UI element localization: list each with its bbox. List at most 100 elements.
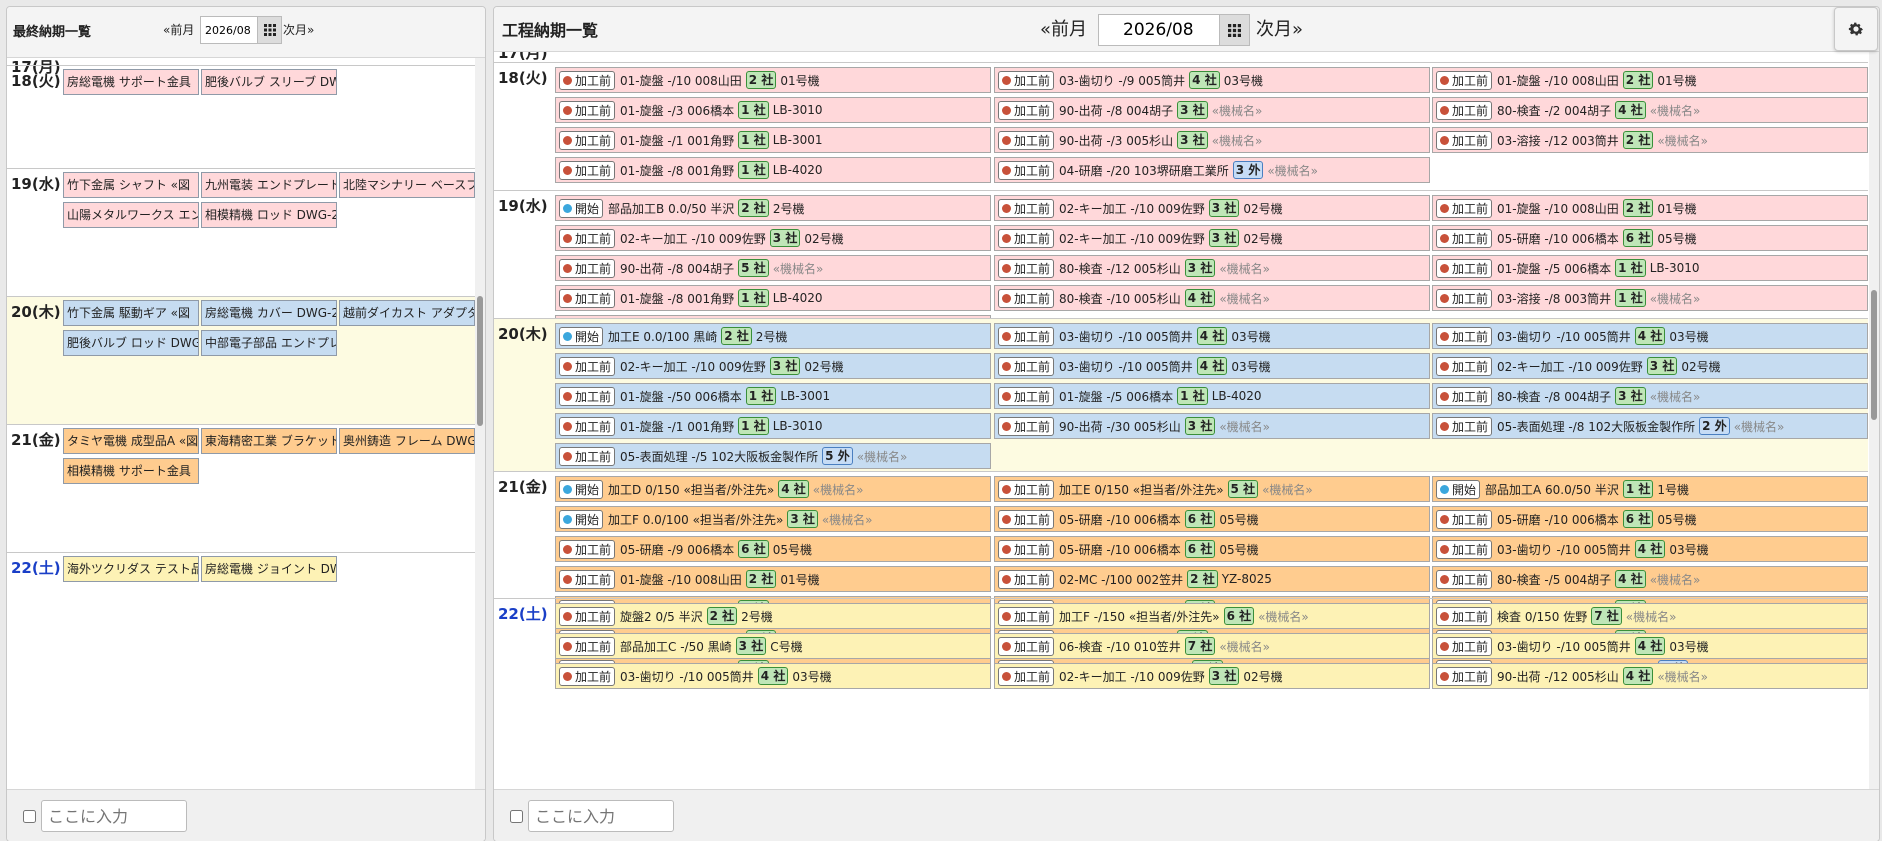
process-card[interactable]: 加工前 03-歯切り -/10 005筒井 4 社 03号機 [1432, 323, 1868, 349]
process-card[interactable]: 加工前 05-表面処理 -/5 102大阪板金製作所 5 外 «機械名» [555, 443, 991, 469]
final-calendar-button[interactable] [257, 17, 281, 43]
vendor-badge: 4 社 [757, 667, 789, 685]
final-scrollbar[interactable] [475, 58, 485, 790]
process-card[interactable]: 加工前 01-旋盤 -/10 008山田 2 社 01号機 [555, 67, 991, 93]
deadline-chip[interactable]: 相模精機 ロッド DWG-2 [201, 202, 337, 228]
process-card[interactable]: 加工前 03-溶接 -/12 003筒井 2 社 «機械名» [1432, 127, 1868, 153]
settings-button[interactable] [1834, 7, 1878, 51]
process-card[interactable]: 加工前 80-検査 -/5 004胡子 4 社 «機械名» [1432, 566, 1868, 592]
process-card[interactable]: 加工前 80-検査 -/2 004胡子4 社«機械名» [1432, 97, 1868, 123]
process-text: 90-出荷 -/3 005杉山 [1059, 133, 1174, 148]
process-card[interactable]: 加工前 05-研磨 -/10 006橋本 6 社 05号機 [994, 536, 1430, 562]
process-card[interactable]: 開始 加工F 0.0/100 «担当者/外注先» 3 社 «機械名» [555, 506, 991, 532]
process-card[interactable]: 開始 部品加工A 60.0/50 半沢 1 社 1号機 [1432, 476, 1868, 502]
process-prev-month-button[interactable]: «前月 [1040, 15, 1087, 41]
deadline-chip[interactable]: タミヤ電機 成型品A «図 [63, 428, 199, 454]
process-card[interactable]: 加工前 01-旋盤 -/10 008山田 2 社 01号機 [1432, 67, 1868, 93]
deadline-chip[interactable]: 東海精密工業 ブラケット [201, 428, 337, 454]
day-row: 20(木) 開始 加工E 0.0/100 黒崎 2 社 2号機 加工前 03-歯切り -/1… [494, 318, 1868, 471]
deadline-chip[interactable]: 房総電機 ジョイント DW [201, 556, 337, 582]
process-card[interactable]: 加工前 部品加工C -/50 黒崎 3 社 C号機 [555, 633, 991, 659]
process-card[interactable]: 開始 加工E 0.0/100 黒崎 2 社 2号機 [555, 323, 991, 349]
process-card[interactable]: 加工前 加工E 0/150 «担当者/外注先» 5 社 «機械名» [994, 476, 1430, 502]
process-card[interactable]: 開始 部品加工B 0.0/50 半沢 2 社 2号機 [555, 195, 991, 221]
process-card[interactable]: 加工前 02-MC -/100 002笠井 2 社 YZ-8025 [994, 566, 1430, 592]
process-card[interactable]: 加工前 90-出荷 -/30 005杉山 3 社 «機械名» [994, 413, 1430, 439]
process-card[interactable]: 加工前 90-出荷 -/12 005杉山 4 社 «機械名» [1432, 663, 1868, 689]
process-card[interactable]: 加工前 03-歯切り -/10 005筒井 4 社 03号機 [1432, 633, 1868, 659]
process-card[interactable]: 加工前 03-歯切り -/10 005筒井 4 社 03号機 [994, 323, 1430, 349]
process-card[interactable]: 加工前 05-研磨 -/10 006橋本 6 社 05号機 [994, 506, 1430, 532]
deadline-chip[interactable]: 海外ツクリダス テスト品 [63, 556, 199, 582]
process-card[interactable]: 加工前 03-歯切り -/10 005筒井 4 社 03号機 [555, 663, 991, 689]
final-deadline-calendar[interactable]: 17(月) 18(火) 房総電機 サポート金具 肥後バルブ スリーブ DW 19(水) 竹… [7, 58, 475, 790]
process-scrollbar[interactable] [1869, 52, 1879, 790]
final-scrollbar-thumb[interactable] [477, 296, 483, 426]
process-card[interactable]: 加工前 検査 0/150 佐野 7 社 «機械名» [1432, 603, 1868, 629]
process-card[interactable]: 開始 加工D 0/150 «担当者/外注先» 4 社 «機械名» [555, 476, 991, 502]
deadline-chip[interactable]: 九州電装 エンドプレート [201, 172, 337, 198]
deadline-chip[interactable]: 竹下金属 駆動ギア «図 [63, 300, 199, 326]
deadline-chip[interactable]: 房総電機 サポート金具 [63, 69, 199, 95]
final-prev-month-button[interactable]: «前月 [163, 21, 194, 38]
process-card[interactable]: 加工前 01-旋盤 -/1 001角野 1 社 LB-3010 [555, 413, 991, 439]
final-next-month-button[interactable]: 次月» [283, 21, 314, 38]
process-card[interactable]: 加工前 01-旋盤 -/50 006橋本 1 社 LB-3001 [555, 383, 991, 409]
process-card[interactable]: 加工前 02-キー加工 -/10 009佐野 3 社 02号機 [994, 225, 1430, 251]
process-month-input[interactable] [1099, 15, 1219, 45]
process-card[interactable]: 加工前 01-旋盤 -/8 001角野 1 社 LB-4020 [555, 157, 991, 183]
process-card[interactable]: 加工前 80-検査 -/12 005杉山 3 社 «機械名» [994, 255, 1430, 281]
process-card[interactable]: 加工前 80-検査 -/10 005杉山 4 社 «機械名» [994, 285, 1430, 311]
deadline-chip[interactable]: 山陽メタルワークス エン [63, 202, 199, 228]
deadline-chip[interactable]: 肥後バルブ ロッド DWG [63, 330, 199, 356]
process-card[interactable]: 加工前 04-研磨 -/20 103堺研磨工業所 3 外 «機械名» [994, 157, 1430, 183]
process-card[interactable]: 加工前 02-キー加工 -/10 009佐野 3 社 02号機 [994, 663, 1430, 689]
deadline-chip[interactable]: 越前ダイカスト アダプタ [339, 300, 475, 326]
process-card[interactable]: 加工前 03-溶接 -/8 003筒井 1 社 «機械名» [1432, 285, 1868, 311]
deadline-chip[interactable]: 中部電子部品 エンドプレ [201, 330, 337, 356]
process-card[interactable]: 加工前 02-キー加工 -/10 009佐野 3 社 02号機 [555, 353, 991, 379]
process-deadline-calendar[interactable]: 17(月) 18(火) 加工前 01-旋盤 -/10 008山田 2 社 01号機 加工前 0… [494, 52, 1868, 790]
process-card[interactable]: 加工前 90-出荷 -/8 004胡子 3 社 «機械名» [994, 97, 1430, 123]
process-card[interactable]: 加工前 01-旋盤 -/5 006橋本 1 社 LB-3010 [1432, 255, 1868, 281]
process-memo-checkbox[interactable] [510, 810, 523, 823]
process-card[interactable]: 加工前 05-研磨 -/9 006橋本 6 社 05号機 [555, 536, 991, 562]
deadline-chip[interactable]: 房総電機 カバー DWG-2 [201, 300, 337, 326]
process-calendar-button[interactable] [1219, 15, 1249, 45]
process-card[interactable]: 加工前 05-研磨 -/10 006橋本 6 社 05号機 [1432, 506, 1868, 532]
final-memo-checkbox[interactable] [23, 810, 36, 823]
process-card[interactable]: 加工前 02-キー加工 -/10 009佐野 3 社 02号機 [1432, 353, 1868, 379]
process-scrollbar-thumb[interactable] [1871, 290, 1877, 420]
process-card[interactable]: 加工前 旋盤2 0/5 半沢 2 社 2号機 [555, 603, 991, 629]
process-card[interactable]: 加工前 80-検査 -/8 004胡子 3 社 «機械名» [1432, 383, 1868, 409]
status-tag: 加工前 [998, 160, 1055, 180]
process-card[interactable]: 加工前 01-旋盤 -/3 006橋本 1 社 LB-3010 [555, 97, 991, 123]
deadline-chip[interactable]: 北陸マシナリー ベースプ [339, 172, 475, 198]
process-card[interactable]: 加工前 01-旋盤 -/8 001角野 1 社 LB-4020 [555, 285, 991, 311]
process-card[interactable]: 加工前 加工F -/150 «担当者/外注先» 6 社 «機械名» [994, 603, 1430, 629]
deadline-chip[interactable]: 奥州鋳造 フレーム DWG [339, 428, 475, 454]
process-card[interactable]: 加工前 03-歯切り -/9 005筒井 4 社 03号機 [994, 67, 1430, 93]
process-card[interactable]: 加工前 01-旋盤 -/10 008山田 2 社 01号機 [1432, 195, 1868, 221]
deadline-chip[interactable]: 相模精機 サポート金具 [63, 458, 199, 484]
final-memo-bar [7, 789, 485, 841]
process-card[interactable]: 加工前 01-旋盤 -/10 008山田 2 社 01号機 [555, 566, 991, 592]
process-card[interactable]: 加工前 02-キー加工 -/10 009佐野 3 社 02号機 [994, 195, 1430, 221]
process-card[interactable]: 加工前 03-歯切り -/10 005筒井 4 社 03号機 [994, 353, 1430, 379]
process-card[interactable]: 加工前 90-出荷 -/3 005杉山 3 社 «機械名» [994, 127, 1430, 153]
process-card[interactable]: 加工前 01-旋盤 -/5 006橋本 1 社 LB-4020 [994, 383, 1430, 409]
final-month-input[interactable] [201, 17, 259, 43]
process-card[interactable]: 加工前 06-検査 -/10 010笠井 7 社 «機械名» [994, 633, 1430, 659]
process-card[interactable]: 加工前 90-出荷 -/8 004胡子 5 社 «機械名» [555, 255, 991, 281]
process-memo-input[interactable] [528, 800, 674, 832]
process-card[interactable]: 加工前 01-旋盤 -/1 001角野 1 社 LB-3001 [555, 127, 991, 153]
process-card[interactable]: 加工前 05-研磨 -/10 006橋本 6 社 05号機 [1432, 225, 1868, 251]
process-next-month-button[interactable]: 次月» [1256, 15, 1303, 41]
final-memo-input[interactable] [41, 800, 187, 832]
deadline-chip[interactable]: 竹下金属 シャフト «図 [63, 172, 199, 198]
process-card[interactable]: 加工前 02-キー加工 -/10 009佐野 3 社 02号機 [555, 225, 991, 251]
vendor-badge: 2 社 [1187, 570, 1218, 588]
process-card[interactable]: 加工前 05-表面処理 -/8 102大阪板金製作所 2 外 «機械名» [1432, 413, 1868, 439]
process-card[interactable]: 加工前 03-歯切り -/10 005筒井 4 社 03号機 [1432, 536, 1868, 562]
deadline-chip[interactable]: 肥後バルブ スリーブ DW [201, 69, 337, 95]
